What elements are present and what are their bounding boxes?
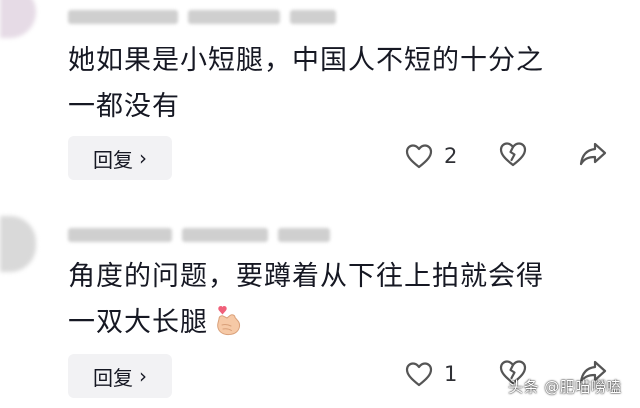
reply-label: 回复 [93, 365, 133, 390]
comment-text: 她如果是小短腿，中国人不短的十分之 一都没有 [68, 38, 608, 130]
chevron-right-icon: › [139, 364, 147, 388]
chevron-right-icon: › [139, 146, 147, 170]
share-button[interactable] [578, 140, 618, 172]
comment-text: 角度的问题，要蹲着从下往上拍就会得 一双大长腿 [68, 254, 608, 346]
comment-text-line: 一双大长腿 [68, 307, 208, 338]
heart-outline-icon [405, 362, 433, 387]
comment-text-line: 一都没有 [68, 91, 180, 122]
reply-label: 回复 [93, 147, 133, 172]
comment-text-line-with-emoji: 一双大长腿 [68, 300, 608, 346]
like-count: 1 [444, 362, 458, 386]
broken-heart-icon [499, 142, 527, 167]
username-blurred[interactable] [68, 228, 330, 248]
share-arrow-icon [579, 142, 607, 166]
dislike-button[interactable] [498, 140, 578, 172]
like-button[interactable]: 1 [404, 360, 498, 388]
comment-text-line: 角度的问题，要蹲着从下往上拍就会得 [68, 261, 544, 292]
comment-item: 她如果是小短腿，中国人不短的十分之 一都没有 回复 › 2 [0, 0, 640, 200]
watermark: 头条 @肥喵嘮嗑 [508, 378, 622, 396]
finger-heart-emoji-icon [212, 305, 244, 336]
heart-outline-icon [405, 144, 433, 169]
like-count: 2 [444, 144, 458, 168]
like-button[interactable]: 2 [404, 142, 498, 170]
avatar[interactable] [0, 0, 36, 38]
username-blurred[interactable] [68, 10, 336, 30]
comment-actions: 2 [404, 140, 618, 172]
comment-text-line: 她如果是小短腿，中国人不短的十分之 [68, 45, 544, 76]
reply-button[interactable]: 回复 › [68, 354, 172, 398]
avatar[interactable] [0, 216, 36, 272]
reply-button[interactable]: 回复 › [68, 136, 172, 180]
